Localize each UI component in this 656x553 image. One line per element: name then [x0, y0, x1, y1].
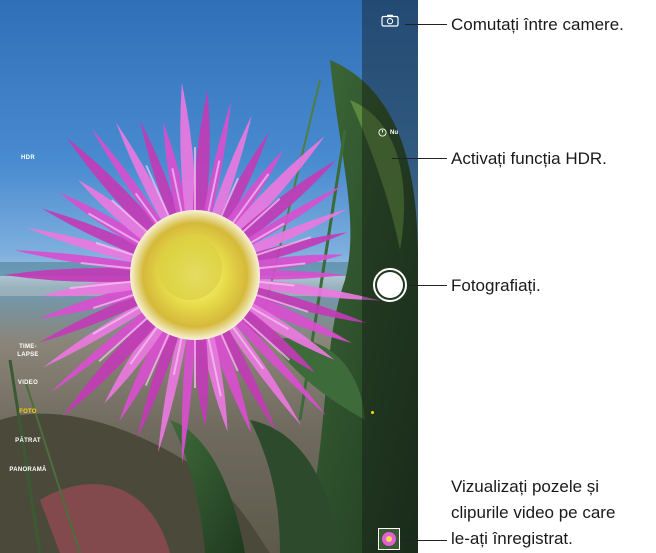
callout-view-line3: le-ați înregistrat. — [451, 529, 573, 548]
mode-foto[interactable]: FOTO — [0, 408, 56, 416]
callout-switch-cameras: Comutați între camere. — [451, 15, 624, 34]
callout-hdr: Activați funcția HDR. — [451, 149, 607, 168]
mode-timelapse-line1[interactable]: TIME- — [0, 343, 56, 351]
mode-panorama[interactable]: PANORAMĂ — [0, 466, 56, 474]
callout-view-line2: clipurile video pe care — [451, 503, 616, 522]
callout-line-hdr — [392, 158, 447, 159]
callout-take-photo: Fotografiați. — [451, 276, 541, 295]
callout-line-thumbnail — [402, 540, 447, 541]
flower-photo — [0, 60, 418, 553]
mode-timelapse-line2[interactable]: LAPSE — [0, 351, 56, 359]
mode-patrat[interactable]: PĂTRAT — [0, 437, 56, 445]
shutter-button[interactable] — [373, 268, 407, 302]
camera-viewfinder[interactable] — [0, 0, 418, 553]
photo-thumbnail[interactable] — [378, 528, 400, 550]
hdr-toggle[interactable]: HDR — [0, 154, 56, 162]
mode-video[interactable]: VIDEO — [0, 379, 56, 387]
timer-value: Nu — [390, 129, 398, 136]
callout-line-shutter — [408, 285, 447, 286]
callout-line-switch — [405, 24, 447, 25]
camera-switch-icon[interactable] — [381, 14, 399, 27]
active-mode-indicator — [371, 411, 374, 414]
shutter-inner — [377, 272, 403, 298]
callout-view-line1: Vizualizați pozele și — [451, 477, 600, 496]
timer-icon — [378, 128, 387, 137]
timer-toggle[interactable]: Nu — [378, 128, 398, 137]
thumbnail-flower-icon — [379, 529, 399, 549]
